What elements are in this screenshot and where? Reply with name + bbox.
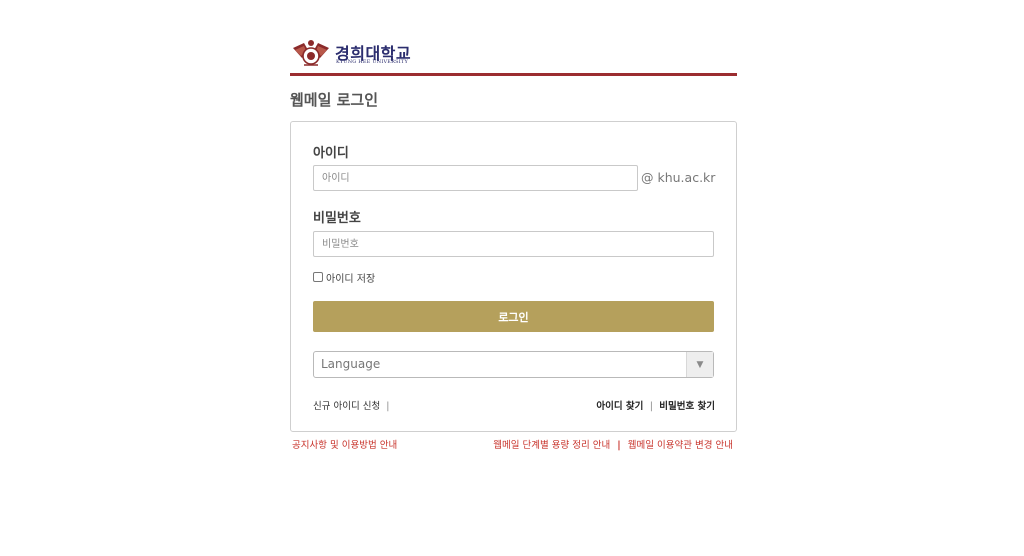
language-select-value: Language [321,357,381,371]
header-divider [290,73,737,76]
find-password-link[interactable]: 비밀번호 찾기 [659,401,715,412]
triangle-down-icon: ▼ [696,359,704,370]
signup-link[interactable]: 신규 아이디 신청 [313,401,380,412]
id-label: 아이디 [313,146,349,161]
university-emblem-icon [293,40,329,66]
capacity-guide-link[interactable]: 웹메일 단계별 용량 정리 안내 [493,440,610,451]
login-box: 아이디 @ khu.ac.kr 비밀번호 아이디 저장 로그인 Language… [290,121,737,432]
language-select[interactable]: Language ▼ [313,351,714,378]
find-account-links: 아이디 찾기 | 비밀번호 찾기 [596,398,715,412]
footer-separator: | [617,440,621,451]
remember-id-checkbox[interactable] [313,272,323,282]
page-title: 웹메일 로그인 [290,91,379,109]
logo-name-en: KYUNG HEE UNIVERSITY [336,59,408,65]
university-logo[interactable]: 경희대학교 KYUNG HEE UNIVERSITY [290,38,420,68]
remember-id-label[interactable]: 아이디 저장 [326,270,375,285]
signup-links: 신규 아이디 신청 | [313,398,392,412]
password-label: 비밀번호 [313,211,361,226]
email-domain: @ khu.ac.kr [641,170,716,185]
password-input[interactable] [313,231,714,257]
remember-id: 아이디 저장 [313,270,375,285]
terms-change-link[interactable]: 웹메일 이용약관 변경 안내 [628,440,733,451]
id-input[interactable] [313,165,638,191]
notice-link[interactable]: 공지사항 및 이용방법 안내 [292,437,397,451]
language-dropdown-toggle[interactable]: ▼ [686,352,713,377]
signup-separator: | [386,401,390,412]
login-button[interactable]: 로그인 [313,301,714,332]
find-separator: | [649,401,653,412]
find-id-link[interactable]: 아이디 찾기 [596,401,643,412]
footer-links: 웹메일 단계별 용량 정리 안내 | 웹메일 이용약관 변경 안내 [493,437,733,451]
